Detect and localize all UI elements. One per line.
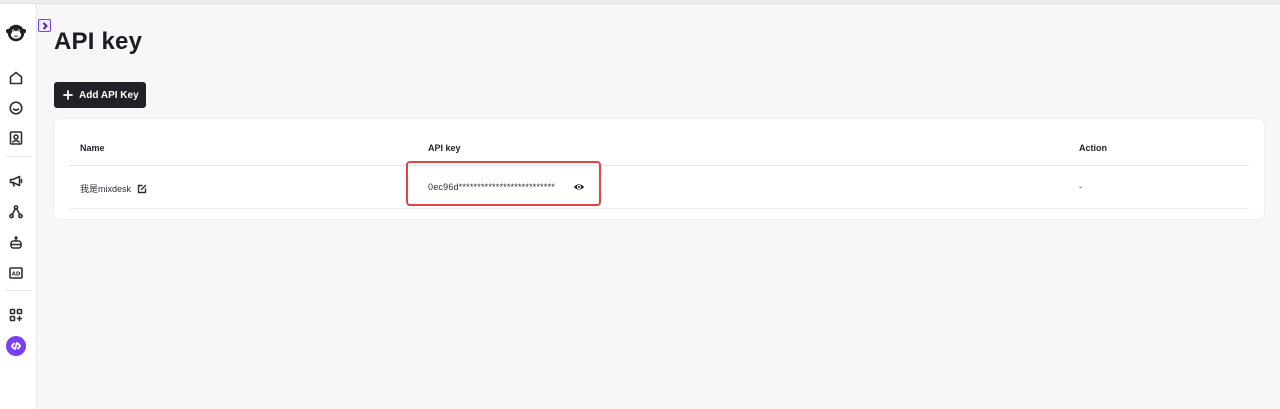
apps-add-icon[interactable]	[6, 305, 26, 325]
chat-bubble-icon[interactable]	[6, 98, 26, 118]
key-name: 我是mixdesk	[80, 184, 132, 194]
flow-nodes-icon[interactable]	[6, 202, 26, 222]
sidebar-divider	[6, 290, 32, 291]
robot-icon[interactable]	[6, 233, 26, 253]
add-api-key-label: Add API Key	[79, 89, 139, 101]
ad-icon[interactable]: AD	[6, 263, 26, 283]
add-api-key-button[interactable]: Add API Key	[54, 82, 146, 108]
contact-card-icon[interactable]	[6, 128, 26, 148]
eye-icon[interactable]	[573, 181, 585, 193]
monkey-logo-icon[interactable]	[5, 22, 27, 44]
chevron-right-icon	[42, 21, 48, 30]
code-icon[interactable]	[6, 336, 26, 356]
home-icon[interactable]	[6, 68, 26, 88]
plus-icon	[63, 90, 73, 100]
column-header-api-key: API key	[428, 143, 461, 153]
header-divider	[69, 165, 1249, 166]
column-header-action: Action	[1079, 143, 1107, 153]
sidebar: AD	[0, 4, 37, 409]
sidebar-divider	[6, 156, 32, 157]
action-cell: -	[1079, 182, 1082, 192]
api-key-table: Name API key Action 我是mixdesk 0ec96d****…	[54, 119, 1264, 219]
row-divider	[69, 208, 1249, 209]
top-border	[0, 0, 1280, 4]
column-header-name: Name	[80, 143, 105, 153]
api-key-value: 0ec96d**************************	[428, 182, 555, 192]
edit-icon[interactable]	[137, 184, 147, 194]
page-title: API key	[54, 28, 143, 55]
svg-text:AD: AD	[12, 272, 21, 278]
megaphone-icon[interactable]	[6, 171, 26, 191]
sidebar-expand-button[interactable]	[38, 19, 51, 32]
table-row-name-cell: 我是mixdesk	[80, 182, 147, 195]
